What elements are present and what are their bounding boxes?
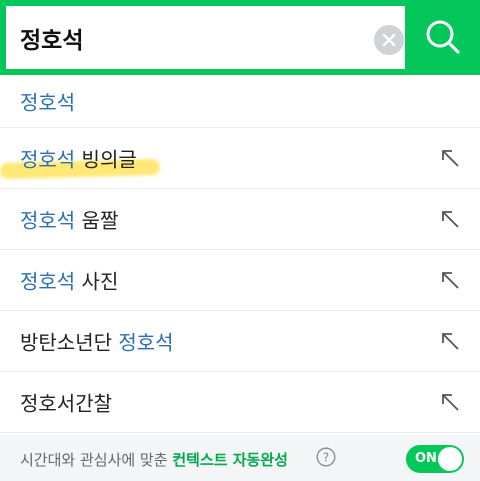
toggle-knob: [438, 447, 462, 471]
context-autocomplete-toggle[interactable]: ON: [406, 445, 464, 473]
suggestion-highlight: 정호석: [20, 208, 76, 233]
help-icon[interactable]: ?: [316, 447, 336, 467]
context-autocomplete-bar: 시간대와 관심사에 맞춘 컨텍스트 자동완성 ? ON: [0, 435, 480, 481]
suggestion-text: 정호석 빙의글: [20, 147, 137, 172]
suggestion-item[interactable]: 방탄소년단 정호석: [0, 311, 480, 372]
arrow-up-left-icon[interactable]: [438, 146, 462, 170]
suggestion-item[interactable]: 정호석: [0, 75, 480, 128]
search-box: [0, 0, 405, 75]
suggestion-item[interactable]: 정호서간찰: [0, 372, 480, 433]
footer-text: 시간대와 관심사에 맞춘 컨텍스트 자동완성: [20, 451, 288, 469]
arrow-up-left-icon[interactable]: [438, 329, 462, 353]
suggestion-text: 정호서간찰: [20, 391, 112, 416]
toggle-label: ON: [415, 451, 437, 466]
suggestion-text: 정호석 사진: [20, 269, 119, 294]
suggestion-text: 방탄소년단 정호석: [20, 330, 174, 355]
suggestion-list: 정호석 정호석 빙의글 정호석 움짤 정호석 사진 방탄소년단 정호석 정호서간…: [0, 75, 480, 433]
footer-highlight: 컨텍스트 자동완성: [172, 451, 288, 469]
arrow-up-left-icon[interactable]: [438, 207, 462, 231]
search-icon: [426, 20, 460, 54]
clear-button[interactable]: [374, 25, 404, 55]
suggestion-item[interactable]: 정호석 빙의글: [0, 128, 480, 189]
suggestion-item[interactable]: 정호석 움짤: [0, 189, 480, 250]
svg-text:?: ?: [323, 451, 329, 465]
suggestion-item[interactable]: 정호석 사진: [0, 250, 480, 311]
suggestion-highlight: 정호석: [20, 90, 76, 115]
search-bar: [0, 0, 480, 75]
clear-icon: [382, 33, 396, 47]
arrow-up-left-icon[interactable]: [438, 390, 462, 414]
suggestion-text: 정호석: [20, 87, 75, 116]
search-input[interactable]: [20, 22, 350, 54]
suggestion-highlight: 정호석: [20, 269, 76, 294]
arrow-up-left-icon[interactable]: [438, 268, 462, 292]
suggestion-text: 정호석 움짤: [20, 208, 119, 233]
suggestion-highlight: 정호석: [20, 147, 76, 172]
search-button[interactable]: [405, 0, 480, 75]
suggestion-highlight: 정호석: [118, 330, 174, 355]
